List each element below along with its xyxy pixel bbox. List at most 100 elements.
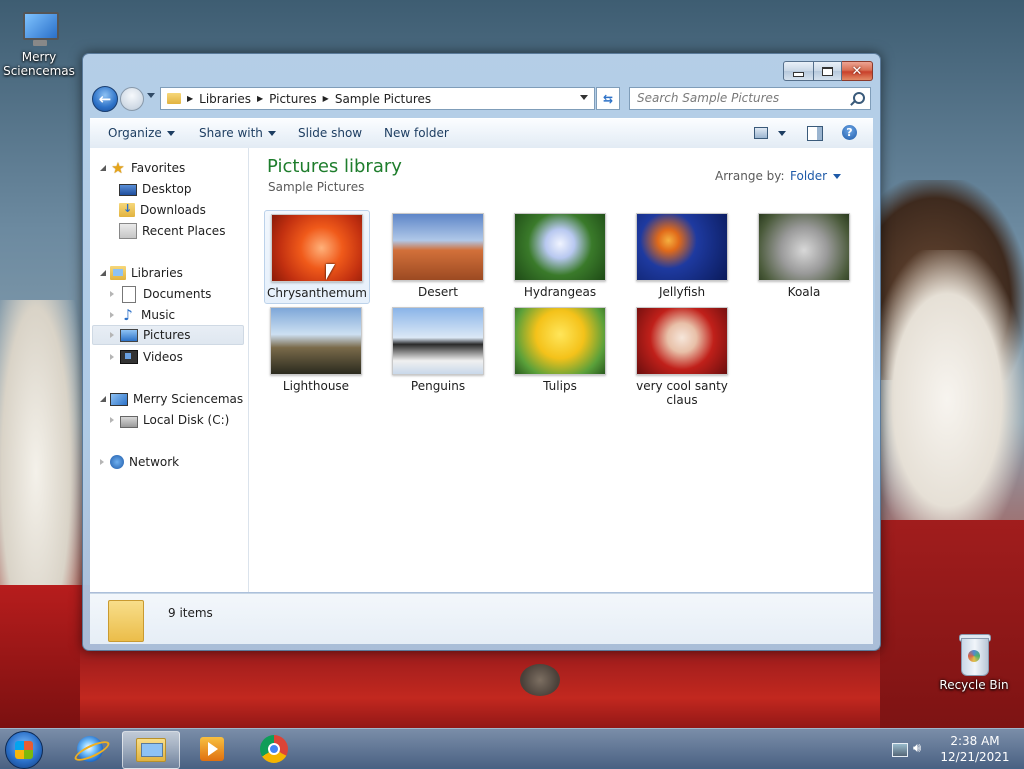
file-name-line2: claus xyxy=(666,393,698,407)
breadcrumb-chevron-icon[interactable]: ▶ xyxy=(257,94,263,103)
collapsed-arrow-icon[interactable] xyxy=(110,354,114,360)
file-item[interactable]: Koala xyxy=(752,210,856,302)
expanded-arrow-icon[interactable] xyxy=(100,270,106,276)
address-bar[interactable]: ▶ Libraries ▶ Pictures ▶ Sample Pictures xyxy=(160,87,595,110)
computer-icon xyxy=(110,392,128,406)
file-name: Hydrangeas xyxy=(523,285,597,299)
image-thumbnail xyxy=(636,213,728,281)
network-tray-icon[interactable] xyxy=(892,743,908,757)
forward-button[interactable] xyxy=(120,87,144,111)
nav-item-favorites[interactable]: ★ Favorites xyxy=(100,158,185,178)
desktop-icon-computer-label-line1: Merry xyxy=(21,50,57,64)
nav-item-documents[interactable]: Documents xyxy=(110,284,211,304)
breadcrumb-chevron-icon[interactable]: ▶ xyxy=(187,94,193,103)
volume-tray-icon[interactable]: 🔊︎ xyxy=(913,741,921,756)
expanded-arrow-icon[interactable] xyxy=(100,165,106,171)
breadcrumb-sample-pictures[interactable]: Sample Pictures xyxy=(335,92,431,106)
nav-favorites-label: Favorites xyxy=(131,161,186,175)
file-item[interactable]: Lighthouse xyxy=(264,304,368,396)
organize-button[interactable]: Organize xyxy=(108,126,175,140)
breadcrumb-libraries[interactable]: Libraries xyxy=(199,92,251,106)
library-subtitle: Sample Pictures xyxy=(268,180,365,194)
nav-item-music[interactable]: ♪ Music xyxy=(110,305,175,325)
desktop-icon-recycle-bin[interactable]: Recycle Bin xyxy=(936,632,1012,692)
collapsed-arrow-icon[interactable] xyxy=(100,459,104,465)
collapsed-arrow-icon[interactable] xyxy=(110,312,114,318)
downloads-icon xyxy=(119,202,135,217)
system-clock[interactable]: 2:38 AM 12/21/2021 xyxy=(935,733,1015,765)
file-name: Penguins xyxy=(410,379,466,393)
breadcrumb-pictures[interactable]: Pictures xyxy=(269,92,317,106)
chevron-down-icon xyxy=(166,131,175,136)
image-thumbnail xyxy=(392,307,484,375)
preview-pane-icon[interactable] xyxy=(807,126,823,141)
computer-icon xyxy=(19,10,59,48)
nav-item-recent-places[interactable]: Recent Places xyxy=(119,221,225,241)
minimize-icon xyxy=(793,71,804,77)
refresh-button[interactable]: ⇆ xyxy=(596,87,620,110)
taskbar-chrome[interactable] xyxy=(246,731,302,767)
nav-item-videos[interactable]: Videos xyxy=(110,347,183,367)
details-pane: 9 items xyxy=(90,593,873,644)
wallpaper-coat-button xyxy=(520,664,560,696)
arrange-by-dropdown[interactable]: Folder xyxy=(790,169,842,183)
help-icon[interactable]: ? xyxy=(842,125,857,140)
nav-item-pictures[interactable]: Pictures xyxy=(92,325,244,345)
taskbar-windows-explorer[interactable] xyxy=(122,731,180,769)
file-item[interactable]: very cool santy claus xyxy=(630,304,734,410)
wallpaper-fur-right xyxy=(870,250,1024,550)
close-icon: ✕ xyxy=(851,63,863,79)
expanded-arrow-icon[interactable] xyxy=(100,396,106,402)
desktop-icon-recycle-bin-label: Recycle Bin xyxy=(939,678,1009,692)
slide-show-button[interactable]: Slide show xyxy=(298,126,362,140)
nav-videos-label: Videos xyxy=(143,350,183,364)
desktop-icon-computer-label-line2: Sciencemas xyxy=(3,64,75,78)
nav-item-network[interactable]: Network xyxy=(100,452,179,472)
file-item[interactable]: Jellyfish xyxy=(630,210,734,302)
collapsed-arrow-icon[interactable] xyxy=(110,291,114,297)
clock-time: 2:38 AM xyxy=(950,734,1000,748)
file-item[interactable]: Tulips xyxy=(508,304,612,396)
collapsed-arrow-icon[interactable] xyxy=(110,417,114,423)
file-item[interactable]: Desert xyxy=(386,210,490,302)
search-icon[interactable] xyxy=(853,92,865,104)
nav-item-computer[interactable]: Merry Sciencemas xyxy=(100,389,243,409)
music-icon: ♪ xyxy=(123,306,133,324)
mouse-cursor-icon xyxy=(326,264,335,280)
file-name: Lighthouse xyxy=(282,379,350,393)
windows-explorer-icon xyxy=(136,738,166,762)
file-item[interactable]: Chrysanthemum xyxy=(264,210,370,304)
view-options-chevron-icon[interactable] xyxy=(778,131,786,136)
file-item[interactable]: Penguins xyxy=(386,304,490,396)
organize-label: Organize xyxy=(108,126,162,140)
desktop-icon-computer[interactable]: Merry Sciencemas xyxy=(1,10,77,78)
recent-pages-dropdown[interactable] xyxy=(147,93,155,98)
file-name: Jellyfish xyxy=(658,285,706,299)
file-item[interactable]: Hydrangeas xyxy=(508,210,612,302)
image-thumbnail xyxy=(270,307,362,375)
close-button[interactable]: ✕ xyxy=(842,61,873,81)
search-input[interactable]: Search Sample Pictures xyxy=(629,87,871,110)
start-button[interactable] xyxy=(5,731,43,769)
collapsed-arrow-icon[interactable] xyxy=(110,332,114,338)
nav-item-desktop[interactable]: Desktop xyxy=(119,179,192,199)
address-dropdown-icon[interactable] xyxy=(580,95,588,100)
nav-recent-places-label: Recent Places xyxy=(142,224,226,238)
nav-item-downloads[interactable]: Downloads xyxy=(119,200,206,220)
taskbar-internet-explorer[interactable] xyxy=(62,731,118,767)
breadcrumb-chevron-icon[interactable]: ▶ xyxy=(323,94,329,103)
navigation-pane: ★ Favorites Desktop Downloads Recent Pla… xyxy=(90,148,249,592)
minimize-button[interactable] xyxy=(783,61,814,81)
back-button[interactable]: ← xyxy=(92,86,118,112)
nav-item-libraries[interactable]: Libraries xyxy=(100,263,183,283)
change-view-icon[interactable] xyxy=(754,127,768,139)
image-thumbnail xyxy=(392,213,484,281)
new-folder-button[interactable]: New folder xyxy=(384,126,449,140)
nav-item-local-disk[interactable]: Local Disk (C:) xyxy=(110,410,229,430)
network-icon xyxy=(110,455,124,469)
share-with-button[interactable]: Share with xyxy=(199,126,276,140)
explorer-window[interactable]: ✕ ← ▶ Libraries ▶ Pictures ▶ Sample Pict… xyxy=(82,53,881,651)
maximize-button[interactable] xyxy=(814,61,842,81)
navigation-bar: ← ▶ Libraries ▶ Pictures ▶ Sample Pictur… xyxy=(90,84,873,112)
taskbar-media-player[interactable] xyxy=(184,731,240,767)
